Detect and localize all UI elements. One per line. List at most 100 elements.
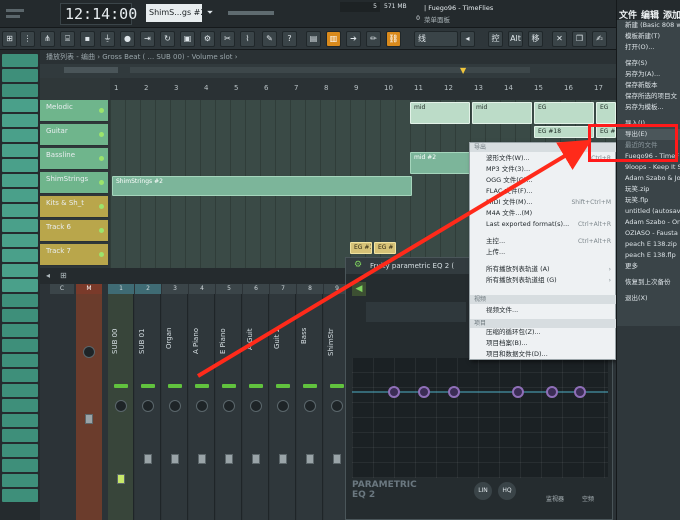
mixer-channel[interactable]: 6 A Guit: [243, 284, 269, 520]
pattern-selector[interactable]: ShimS...gs #2: [146, 4, 202, 22]
browser-item[interactable]: [2, 414, 38, 427]
browser-item[interactable]: [2, 474, 38, 487]
clip-mid-2[interactable]: mid: [472, 102, 532, 124]
menu-item-export[interactable]: M4A 文件...(M): [470, 208, 617, 219]
pattern-mode-icon[interactable]: ⊞: [2, 31, 17, 47]
mixer-enable-led[interactable]: [303, 384, 317, 388]
track-header[interactable]: Track 6: [40, 220, 108, 242]
btn-alt[interactable]: Alt: [508, 31, 523, 47]
clip-eg[interactable]: EG: [534, 102, 594, 124]
track-header[interactable]: ShimStrings: [40, 172, 108, 194]
browser-item[interactable]: [2, 324, 38, 337]
typing-keyboard-icon[interactable]: ⌸: [60, 31, 75, 47]
mixer-view-icon[interactable]: ⊞: [60, 271, 67, 280]
browser-item[interactable]: [2, 84, 38, 97]
link-icon[interactable]: ⛓: [386, 31, 401, 47]
browser-item[interactable]: [2, 384, 38, 397]
file-menu-item[interactable]: 另存为(A)...: [617, 69, 680, 80]
track-mute-led[interactable]: [99, 156, 104, 161]
mixer-pan-knob[interactable]: [331, 400, 343, 412]
browser-item[interactable]: [2, 204, 38, 217]
file-menu-item[interactable]: peach E 138.zip: [617, 239, 680, 250]
browser-item[interactable]: [2, 54, 38, 67]
pattern-dropdown-icon[interactable]: ⏷: [204, 4, 216, 22]
eq-lin-button[interactable]: LIN: [474, 482, 492, 500]
track-mute-led[interactable]: [99, 108, 104, 113]
file-menu-item[interactable]: Adam Szabo & Jo: [617, 173, 680, 184]
menu-item-export[interactable]: MIDI 文件(M)... Shift+Ctrl+M: [470, 197, 617, 208]
browser-item[interactable]: [2, 159, 38, 172]
mixer-channel[interactable]: 2 SUB 01: [135, 284, 161, 520]
record-icon[interactable]: ●: [120, 31, 135, 47]
mixer-volume-fader[interactable]: [198, 454, 206, 464]
browser-item[interactable]: [2, 144, 38, 157]
browser-item[interactable]: [2, 489, 38, 502]
loop-record-icon[interactable]: ↻: [160, 31, 175, 47]
mixer-channel[interactable]: 8 Bass: [297, 284, 323, 520]
mixer-volume-fader[interactable]: [333, 454, 341, 464]
mixer-volume-fader[interactable]: [144, 454, 152, 464]
clip-eg-13[interactable]: EG #13: [350, 242, 372, 254]
mixer-enable-led[interactable]: [195, 384, 209, 388]
eq-band-5[interactable]: [546, 386, 558, 398]
mixer-channel[interactable]: 4 A Piano: [189, 284, 215, 520]
file-menu-item[interactable]: 保存所选的项目文: [617, 91, 680, 102]
playhead-marker-icon[interactable]: ▼: [460, 66, 466, 75]
menu-item-video-file[interactable]: 视频文件...: [470, 305, 617, 316]
mixer-volume-fader[interactable]: [117, 474, 125, 484]
browser-item[interactable]: [2, 339, 38, 352]
browser-item[interactable]: [2, 294, 38, 307]
menu-item-export[interactable]: 上传...: [470, 247, 617, 258]
file-menu-item[interactable]: untitled (autosave: [617, 206, 680, 217]
track-mute-led[interactable]: [99, 180, 104, 185]
browser-item[interactable]: [2, 129, 38, 142]
browser-item[interactable]: [2, 99, 38, 112]
mixer-volume-fader[interactable]: [252, 454, 260, 464]
eq-band-1[interactable]: [388, 386, 400, 398]
track-header[interactable]: Guitar: [40, 124, 108, 146]
mixer-enable-led[interactable]: [276, 384, 290, 388]
plug-icon[interactable]: ⏚: [100, 31, 115, 47]
track-mute-led[interactable]: [99, 204, 104, 209]
mixer-channel[interactable]: 1 SUB 00: [108, 284, 134, 520]
menu-item-export[interactable]: 所有播放列表轨道组 (G) ›: [470, 275, 617, 286]
song-time-display[interactable]: 12:14:00: [60, 3, 137, 25]
copy-icon[interactable]: ❐: [572, 31, 587, 47]
file-menu-item[interactable]: 新建 (Basic 808 w: [617, 20, 680, 31]
mixer-pan-knob[interactable]: [304, 400, 316, 412]
file-menu-item[interactable]: 9loops - Keep It S: [617, 162, 680, 173]
tools-icon[interactable]: ⚙: [200, 31, 215, 47]
menu-item-zip-loop[interactable]: 压缩的循环包(Z)...: [470, 327, 617, 338]
piano-roll-view-icon[interactable]: ▥: [326, 31, 341, 47]
mixer-volume-fader[interactable]: [171, 454, 179, 464]
mixer-pan-knob[interactable]: [277, 400, 289, 412]
menu-item-export[interactable]: FLAC 文件(F)...: [470, 186, 617, 197]
mixer-pan-knob[interactable]: [223, 400, 235, 412]
mixer-pan-knob[interactable]: [196, 400, 208, 412]
browser-item[interactable]: [2, 219, 38, 232]
mixer-volume-fader[interactable]: [225, 454, 233, 464]
mixer-pan-knob[interactable]: [250, 400, 262, 412]
track-mute-led[interactable]: [99, 132, 104, 137]
menu-item-project-archive[interactable]: 项目档案(B)...: [470, 338, 617, 349]
eq-hq-button[interactable]: HQ: [498, 482, 516, 500]
menu-item-export[interactable]: 主控... Ctrl+Alt+R: [470, 236, 617, 247]
mixer-enable-led[interactable]: [249, 384, 263, 388]
browser-item[interactable]: [2, 444, 38, 457]
browser-item[interactable]: [2, 354, 38, 367]
mixer-channel[interactable]: 7 Guit 2: [270, 284, 296, 520]
eq-band-6[interactable]: [574, 386, 586, 398]
clip-shimstrings[interactable]: ShimStrings #2: [112, 176, 412, 196]
mixer-enable-led[interactable]: [141, 384, 155, 388]
step-edit-icon[interactable]: ▪: [80, 31, 95, 47]
menu-item-export[interactable]: Last exported format(s)... Ctrl+Alt+R: [470, 219, 617, 230]
file-menu-item[interactable]: 玩笑.zip: [617, 184, 680, 195]
close-x-icon[interactable]: ✕: [552, 31, 567, 47]
track-header[interactable]: Bassline: [40, 148, 108, 170]
eq-graph[interactable]: [352, 358, 608, 478]
mixer-enable-led[interactable]: [222, 384, 236, 388]
file-menu-item[interactable]: 退出(X): [617, 293, 680, 304]
track-mute-led[interactable]: [99, 228, 104, 233]
eq-plug-icon[interactable]: ◀: [352, 282, 366, 296]
track-mute-led[interactable]: [99, 252, 104, 257]
